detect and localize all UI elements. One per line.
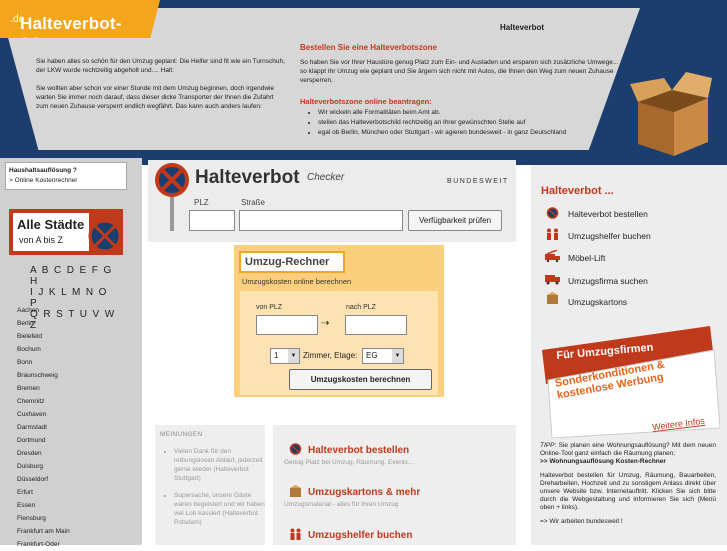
feature-sub: Umzugsmaterial - alles für Ihren Umzug <box>284 501 399 508</box>
city-link[interactable]: Erfurt <box>17 486 70 499</box>
city-link[interactable]: Düsseldorf <box>17 473 70 486</box>
von-plz-label: von PLZ <box>256 304 283 311</box>
feature-title[interactable]: Umzugskartons & mehr <box>308 487 420 498</box>
plz-input[interactable] <box>189 210 235 231</box>
haushalt-box[interactable]: Haushaltsauflösung ? > Online Kostenrech… <box>5 162 127 190</box>
city-link[interactable]: Berlin <box>17 317 70 330</box>
zimmer-etage-label: Zimmer, Etage: <box>303 351 358 360</box>
arrow-right-icon: ⇢ <box>321 318 330 329</box>
chevron-down-icon: ▼ <box>288 349 299 363</box>
bz-online-link[interactable]: Halteverbotszone online beantragen: <box>300 97 432 106</box>
box-icon <box>547 292 558 304</box>
city-link[interactable]: Aachen <box>17 304 70 317</box>
moving-box-illustration <box>630 72 712 156</box>
nach-plz-label: nach PLZ <box>346 304 376 311</box>
city-link[interactable]: Braunschweig <box>17 369 70 382</box>
tipp-link[interactable]: >> Wohnungsauflösung Kosten-Rechner <box>540 458 666 465</box>
meinungen-heading: MEINUNGEN <box>160 431 203 438</box>
checker-sub: Checker <box>307 172 345 183</box>
right-menu-item[interactable]: Möbel-Lift <box>568 253 605 263</box>
city-link[interactable]: Cuxhaven <box>17 408 70 421</box>
checker-brand: Halteverbot <box>195 167 300 188</box>
check-availability-button[interactable]: Verfügbarkeit prüfen <box>408 210 502 231</box>
city-link[interactable]: Dortmund <box>17 434 70 447</box>
feature-sub: Genug Platz bei Umzug, Räumung, Events..… <box>284 459 414 466</box>
city-link[interactable]: Bochum <box>17 343 70 356</box>
bz-feature-list: Wir wickeln alle Formalitäten beim Amt a… <box>318 108 566 138</box>
strasse-input[interactable] <box>239 210 403 231</box>
right-menu-item[interactable]: Umzugshelfer buchen <box>568 231 651 241</box>
no-parking-icon <box>289 443 302 455</box>
feature-title[interactable]: Halteverbot bestellen <box>308 445 409 456</box>
feature-title[interactable]: Umzugshelfer buchen <box>308 530 412 541</box>
zimmer-select[interactable]: 1 ▼ <box>270 348 300 364</box>
bz-list-item: egal ob Berlin, München oder Stuttgart -… <box>318 128 566 138</box>
von-plz-input[interactable] <box>256 315 318 335</box>
nach-plz-input[interactable] <box>345 315 407 335</box>
staedte-line1: Alle Städte <box>17 217 84 232</box>
staedte-line2: von A bis Z <box>19 235 64 245</box>
city-link[interactable]: Flensburg <box>17 512 70 525</box>
testimonial: Supersache, unsere Gäste waren begeister… <box>174 491 268 527</box>
right-heading: Halteverbot ... <box>541 185 614 197</box>
haushalt-link[interactable]: > Online Kostenrechner <box>9 177 77 184</box>
helpers-icon <box>547 228 558 240</box>
etage-select[interactable]: EG ▼ <box>362 348 404 364</box>
info-paragraph: Halteverbot bestellen für Umzug, Räumung… <box>540 472 716 511</box>
bundesweit-note: => Wir arbeiten bundesweit ! <box>540 518 623 525</box>
header-title: Halteverbot <box>500 23 545 32</box>
city-link[interactable]: Dresden <box>17 447 70 460</box>
rechner-subtitle: Umzugskosten online berechnen <box>242 277 352 286</box>
helpers-icon <box>290 528 301 540</box>
no-parking-icon <box>546 207 559 219</box>
city-link[interactable]: Duisburg <box>17 460 70 473</box>
city-link[interactable]: Bonn <box>17 356 70 369</box>
meinungen-list: Vielen Dank für den reibungslosen Ablauf… <box>164 447 268 535</box>
city-link[interactable]: Chemnitz <box>17 395 70 408</box>
tipp-text: Sie planen eine Wohnungsauflösung? Mit d… <box>540 442 716 457</box>
right-menu-item[interactable]: Umzugskartons <box>568 297 627 307</box>
city-list: Aachen Berlin Bielefeld Bochum Bonn Brau… <box>17 304 70 551</box>
site-logo[interactable]: Halteverbot-24.de <box>0 0 160 38</box>
tipp-label: TIPP: <box>540 442 557 449</box>
strasse-label: Straße <box>241 198 266 207</box>
no-parking-sign-icon <box>155 163 189 231</box>
lift-truck-icon <box>545 250 560 262</box>
bz-list-item: stellen das Halteverbotschild rechtzeiti… <box>318 118 566 128</box>
right-menu-item[interactable]: Halteverbot bestellen <box>568 209 648 219</box>
testimonial: Vielen Dank für den reibungslosen Ablauf… <box>174 447 268 483</box>
tipp-box: TIPP: Sie planen eine Wohnungsauflösung?… <box>540 442 716 532</box>
city-link[interactable]: Bielefeld <box>17 330 70 343</box>
zimmer-value: 1 <box>274 351 279 360</box>
etage-value: EG <box>366 351 378 360</box>
bz-text: So haben Sie vor Ihrer Haustüre genug Pl… <box>300 59 619 84</box>
truck-icon <box>545 275 560 285</box>
right-menu-item[interactable]: Umzugsfirma suchen <box>568 276 648 286</box>
checker-region: BUNDESWEIT <box>447 178 509 185</box>
rechner-title: Umzug-Rechner <box>239 251 345 273</box>
alle-staedte-badge: Alle Städte von A bis Z <box>9 209 123 255</box>
features-box <box>273 425 516 545</box>
bz-list-item: Wir wickeln alle Formalitäten beim Amt a… <box>318 108 566 118</box>
city-link[interactable]: Frankfurt am Main <box>17 525 70 538</box>
city-link[interactable]: Bremen <box>17 382 70 395</box>
intro-paragraph-2: Sie wollten aber schon vor einer Stunde … <box>36 85 275 110</box>
city-link[interactable]: Darmstadt <box>17 421 70 434</box>
intro-paragraph-1: Sie haben alles so schön für den Umzug g… <box>36 58 285 74</box>
tipp-paragraph: TIPP: Sie planen eine Wohnungsauflösung?… <box>540 442 716 466</box>
bz-heading: Bestellen Sie eine Halteverbotszone <box>300 43 437 52</box>
intro-text: Sie haben alles so schön für den Umzug g… <box>36 57 286 120</box>
chevron-down-icon: ▼ <box>392 349 403 363</box>
plz-label: PLZ <box>194 198 209 207</box>
box-icon <box>290 485 301 497</box>
alphabet-row[interactable]: A B C D E F G H <box>30 265 120 287</box>
haushalt-title[interactable]: Haushaltsauflösung ? <box>9 167 77 174</box>
calculate-costs-button[interactable]: Umzugskosten berechnen <box>289 369 432 390</box>
city-link[interactable]: Essen <box>17 499 70 512</box>
